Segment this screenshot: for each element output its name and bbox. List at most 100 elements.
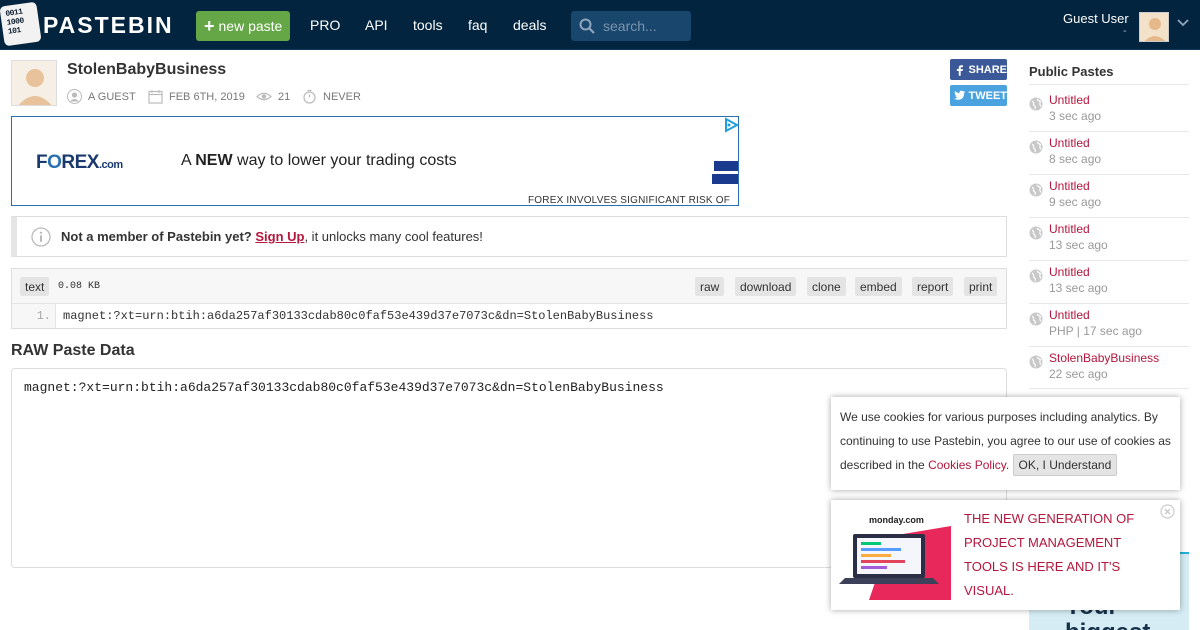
info-icon	[31, 226, 51, 247]
paste-views: 21	[256, 89, 290, 104]
notice-bold-text: Not a member of Pastebin yet?	[61, 229, 252, 244]
user-avatar[interactable]	[1139, 12, 1169, 42]
nav-faq[interactable]: faq	[468, 17, 487, 33]
report-button[interactable]: report	[912, 277, 954, 296]
syntax-tag-button[interactable]: text	[20, 277, 50, 296]
chevron-down-icon[interactable]	[1177, 19, 1189, 27]
twitter-icon	[954, 90, 966, 100]
paste-expiry: NEVER	[302, 89, 361, 104]
public-paste-item[interactable]: Untitled 13 sec ago	[1029, 221, 1189, 264]
nav-deals[interactable]: deals	[513, 17, 546, 33]
nav-tools[interactable]: tools	[413, 17, 443, 33]
cookie-accept-button[interactable]: OK, I Understand	[1012, 454, 1118, 476]
notice-rest-text: , it unlocks many cool features!	[304, 229, 483, 244]
public-paste-meta: 8 sec ago	[1049, 152, 1102, 166]
notice-text: Not a member of Pastebin yet? Sign Up, i…	[61, 229, 483, 244]
public-paste-meta: 13 sec ago	[1049, 238, 1108, 252]
cookie-after: .	[1005, 458, 1013, 472]
search-icon[interactable]	[579, 18, 595, 34]
sidebar-divider	[1029, 260, 1189, 261]
raw-paste-heading: RAW Paste Data	[11, 342, 135, 359]
forex-logo-letter-f: F	[36, 152, 48, 173]
plus-icon: +	[204, 16, 215, 36]
download-button[interactable]: download	[735, 277, 797, 296]
public-paste-item[interactable]: StolenBabyBusiness 22 sec ago	[1029, 350, 1189, 393]
public-paste-title[interactable]: StolenBabyBusiness	[1049, 351, 1159, 365]
ad-headline-a: A	[181, 152, 196, 169]
paste-author: A GUEST	[67, 89, 136, 104]
sidebar-divider	[1029, 217, 1189, 218]
public-pastes-title: Public Pastes	[1029, 64, 1114, 79]
public-paste-meta: 22 sec ago	[1049, 367, 1108, 381]
paste-size: 0.08 KB	[58, 281, 101, 292]
globe-icon	[1029, 97, 1043, 111]
public-paste-meta: 13 sec ago	[1049, 281, 1108, 295]
paste-author-avatar	[11, 60, 57, 106]
globe-icon	[1029, 140, 1043, 154]
forex-ad-banner[interactable]: FOREX.com A NEW way to lower your tradin…	[11, 116, 739, 206]
globe-icon	[1029, 226, 1043, 240]
top-navigation-bar: 0011 1000 101 PASTEBIN + new paste PRO A…	[0, 0, 1200, 50]
public-paste-meta: PHP | 17 sec ago	[1049, 324, 1142, 338]
raw-button[interactable]: raw	[695, 277, 725, 296]
facebook-icon	[956, 64, 963, 76]
public-paste-title[interactable]: Untitled	[1049, 222, 1090, 236]
paste-code-box: text 0.08 KB raw download clone embed re…	[11, 268, 1007, 329]
new-paste-label: new paste	[218, 18, 283, 34]
monday-promo-popup[interactable]: monday.com THE NEW GENERATION OF PROJECT…	[831, 500, 1180, 610]
public-paste-item[interactable]: Untitled 9 sec ago	[1029, 178, 1189, 221]
clone-button[interactable]: clone	[807, 277, 846, 296]
paste-date: FEB 6TH, 2019	[148, 89, 245, 104]
public-paste-item[interactable]: Untitled PHP | 17 sec ago	[1029, 307, 1189, 350]
embed-button[interactable]: embed	[855, 277, 902, 296]
cookie-consent-popup: We use cookies for various purposes incl…	[831, 397, 1180, 490]
search-box	[571, 11, 691, 41]
ad-headline-rest: way to lower your trading costs	[232, 152, 457, 169]
paste-author-name[interactable]: A GUEST	[88, 91, 136, 103]
public-paste-item[interactable]: Untitled 3 sec ago	[1029, 92, 1189, 135]
public-paste-item[interactable]: Untitled 8 sec ago	[1029, 135, 1189, 178]
facebook-share-button[interactable]: SHARE	[950, 59, 1007, 80]
pastebin-logo-icon[interactable]: 0011 1000 101	[0, 1, 42, 47]
ad-headline: A NEW way to lower your trading costs	[181, 152, 457, 170]
eye-icon	[256, 92, 272, 101]
guest-user-name[interactable]: Guest User	[1063, 11, 1129, 26]
sign-up-link[interactable]: Sign Up	[255, 229, 304, 244]
search-input[interactable]	[603, 18, 687, 34]
close-icon[interactable]	[1160, 504, 1175, 519]
guest-user-sub: -	[1123, 25, 1127, 37]
nav-pro[interactable]: PRO	[310, 17, 340, 33]
public-paste-title[interactable]: Untitled	[1049, 136, 1090, 150]
sidebar-divider	[1029, 174, 1189, 175]
user-icon	[67, 89, 82, 104]
paste-date-text: FEB 6TH, 2019	[169, 90, 245, 103]
promo-text: THE NEW GENERATION OF PROJECT MANAGEMENT…	[964, 511, 1135, 598]
adchoices-icon[interactable]	[723, 117, 739, 133]
public-paste-title[interactable]: Untitled	[1049, 93, 1090, 107]
line-content[interactable]: magnet:?xt=urn:btih:a6da257af30133cdab80…	[63, 304, 654, 328]
ad-headline-new: NEW	[195, 152, 233, 169]
nav-api[interactable]: API	[365, 17, 388, 33]
sidebar-divider	[1029, 84, 1189, 85]
public-paste-title[interactable]: Untitled	[1049, 265, 1090, 279]
paste-expiry-text: NEVER	[323, 90, 361, 103]
monday-logo: monday.com	[869, 515, 924, 525]
globe-icon	[1029, 312, 1043, 326]
code-line: 1. magnet:?xt=urn:btih:a6da257af30133cda…	[12, 304, 1006, 328]
twitter-tweet-button[interactable]: TWEET	[950, 85, 1007, 106]
sidebar-divider	[1029, 346, 1189, 347]
code-toolbar: text 0.08 KB raw download clone embed re…	[12, 269, 1006, 304]
print-button[interactable]: print	[964, 277, 998, 296]
pastebin-logo-text[interactable]: PASTEBIN	[43, 12, 174, 39]
forex-logo-tld: .com	[98, 159, 123, 171]
ad-risk-disclaimer: FOREX INVOLVES SIGNIFICANT RISK OF LOSS	[528, 195, 731, 206]
globe-icon	[1029, 269, 1043, 283]
public-paste-title[interactable]: Untitled	[1049, 179, 1090, 193]
public-paste-meta: 3 sec ago	[1049, 109, 1102, 123]
public-paste-item[interactable]: Untitled 13 sec ago	[1029, 264, 1189, 307]
public-paste-title[interactable]: Untitled	[1049, 308, 1090, 322]
forex-logo-letter-o: O	[47, 152, 62, 173]
new-paste-button[interactable]: + new paste	[196, 11, 290, 41]
sidebar-divider	[1029, 388, 1189, 389]
cookies-policy-link[interactable]: Cookies Policy	[928, 458, 1006, 472]
